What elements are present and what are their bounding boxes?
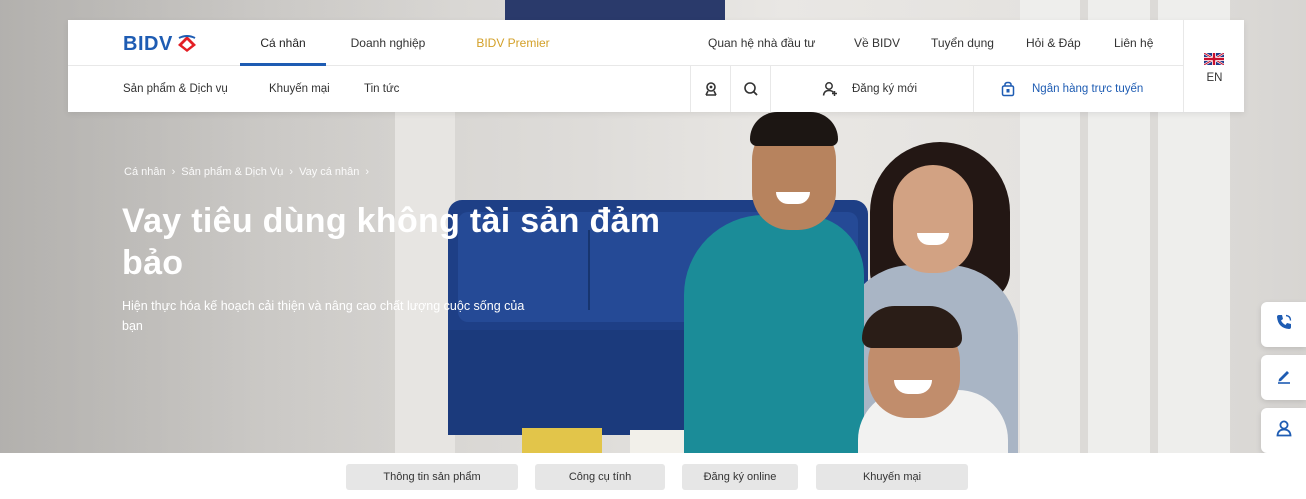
feedback-button[interactable] — [1261, 355, 1306, 400]
header-sub-row: Sản phẩm & Dịch vụ Khuyến mại Tin tức Đă… — [68, 66, 1183, 112]
user-icon — [1275, 419, 1293, 442]
hero-books — [522, 428, 602, 453]
hero-person-mother-face — [893, 165, 973, 273]
hero-person-father-hair — [750, 112, 838, 146]
chevron-right-icon: › — [171, 166, 176, 178]
top-link-careers[interactable]: Tuyển dụng — [931, 20, 994, 66]
top-link-about[interactable]: Về BIDV — [854, 20, 900, 66]
hero-person-father — [684, 215, 864, 453]
bidv-logo[interactable]: BIDV — [123, 32, 198, 56]
site-header: BIDV Cá nhân Doanh nghiệp BIDV Premier Q… — [68, 20, 1244, 112]
tab-bidv-premier[interactable]: BIDV Premier — [458, 20, 568, 66]
nav-news[interactable]: Tin tức — [364, 66, 399, 112]
nav-promotions[interactable]: Khuyến mại — [269, 66, 330, 112]
online-banking-button[interactable]: Ngân hàng trực tuyến — [1000, 66, 1143, 112]
hotline-button[interactable] — [1261, 302, 1306, 347]
register-label: Đăng ký mới — [852, 83, 918, 95]
breadcrumb-item[interactable]: Cá nhân — [124, 166, 166, 178]
top-link-faq[interactable]: Hỏi & Đáp — [1026, 20, 1081, 66]
account-button[interactable] — [1261, 408, 1306, 453]
language-switcher[interactable]: EN — [1183, 20, 1244, 112]
nav-products-services[interactable]: Sản phẩm & Dịch vụ — [123, 66, 228, 112]
chevron-right-icon: › — [365, 166, 370, 178]
page: Cá nhân › Sản phẩm & Dịch Vụ › Vay cá nh… — [0, 0, 1306, 499]
top-link-contact[interactable]: Liên hệ — [1114, 20, 1153, 66]
tab-product-info[interactable]: Thông tin sản phẩm — [346, 464, 518, 490]
edit-icon — [1275, 366, 1293, 389]
online-banking-label: Ngân hàng trực tuyến — [1032, 83, 1144, 95]
uk-flag-icon — [1203, 51, 1225, 67]
lock-bag-icon — [1000, 81, 1016, 97]
language-label: EN — [1206, 72, 1223, 84]
hero-picture-frame — [505, 0, 725, 20]
register-button[interactable]: Đăng ký mới — [778, 66, 968, 112]
section-tabs: Thông tin sản phẩm Công cụ tính Đăng ký … — [0, 453, 1306, 499]
top-link-investor-relations[interactable]: Quan hệ nhà đầu tư — [708, 20, 815, 66]
user-add-icon — [822, 81, 838, 97]
tab-promotions[interactable]: Khuyến mại — [816, 464, 968, 490]
search-icon[interactable] — [730, 66, 770, 112]
hero-subtitle: Hiện thực hóa kế hoạch cải thiện và nâng… — [122, 299, 525, 333]
branch-locator-icon[interactable] — [690, 66, 730, 112]
hero-person-child-hair — [862, 306, 962, 348]
tab-doanh-nghiep[interactable]: Doanh nghiệp — [338, 20, 438, 66]
tab-online-registration[interactable]: Đăng ký online — [682, 464, 798, 490]
logo-text: BIDV — [123, 32, 173, 55]
tab-ca-nhan[interactable]: Cá nhân — [240, 20, 326, 66]
header-top-row: BIDV Cá nhân Doanh nghiệp BIDV Premier Q… — [68, 20, 1183, 66]
breadcrumb-item[interactable]: Vay cá nhân — [299, 166, 359, 178]
breadcrumb-item[interactable]: Sản phẩm & Dịch Vụ — [181, 166, 283, 178]
chevron-right-icon: › — [289, 166, 294, 178]
breadcrumb: Cá nhân › Sản phẩm & Dịch Vụ › Vay cá nh… — [124, 166, 369, 178]
phone-icon — [1275, 313, 1293, 336]
page-title: Vay tiêu dùng không tài sản đảm bảo — [122, 202, 661, 282]
bidv-logo-icon — [176, 34, 198, 54]
tab-calculator[interactable]: Công cụ tính — [535, 464, 665, 490]
